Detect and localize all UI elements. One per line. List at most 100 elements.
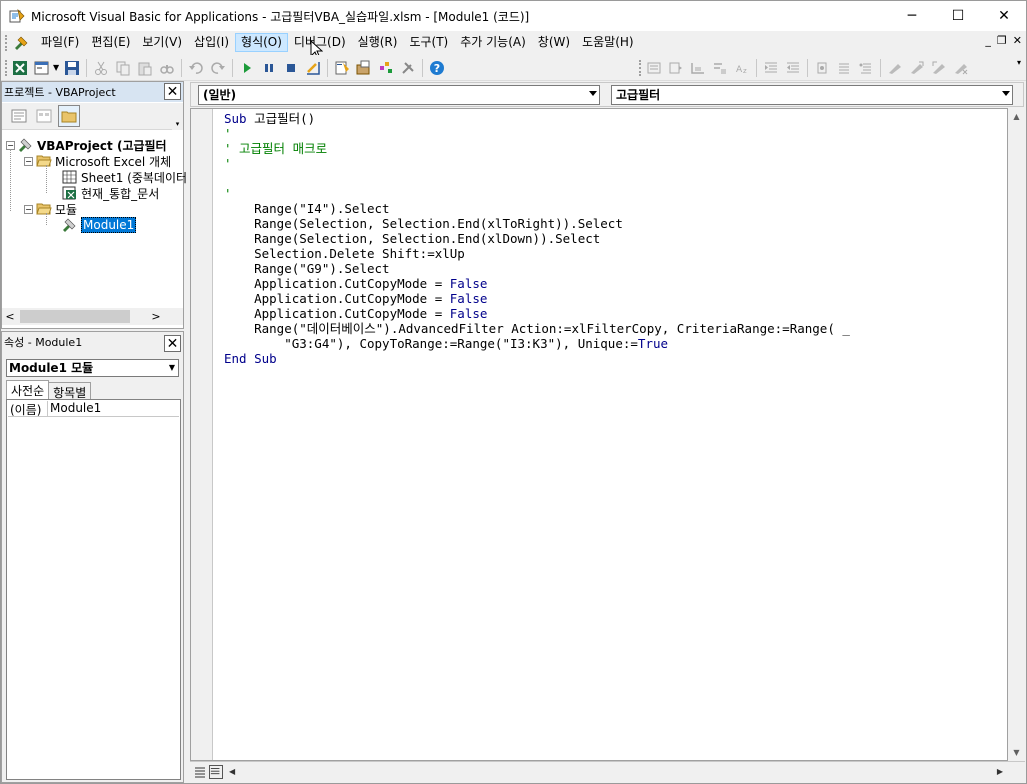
previous-bookmark-button[interactable]	[928, 57, 950, 79]
menu-tools[interactable]: 도구(T)	[403, 33, 454, 52]
quick-info-button[interactable]	[687, 57, 709, 79]
pane-toolbar-overflow-icon[interactable]: ▾	[172, 103, 183, 130]
view-code-button[interactable]	[8, 105, 30, 127]
code-line[interactable]: Range(Selection, Selection.End(xlDown)).…	[224, 231, 850, 246]
menu-run[interactable]: 실행(R)	[352, 33, 404, 52]
code-line[interactable]: "G3:G4"), CopyToRange:=Range("I3:K3"), U…	[224, 336, 850, 351]
full-module-view-button[interactable]	[209, 764, 223, 779]
code-line[interactable]: Sub 고급필터()	[224, 111, 850, 126]
close-button[interactable]: ✕	[981, 1, 1027, 31]
code-line[interactable]	[224, 171, 850, 186]
code-line[interactable]: '	[224, 186, 850, 201]
code-line[interactable]: Application.CutCopyMode = False	[224, 291, 850, 306]
object-combo[interactable]: (일반)	[198, 85, 600, 105]
properties-close-button[interactable]: ✕	[164, 335, 181, 352]
help-button[interactable]: ?	[426, 57, 448, 79]
code-line[interactable]: Application.CutCopyMode = False	[224, 306, 850, 321]
scroll-right-icon[interactable]: >	[148, 310, 164, 323]
tree-node-thisworkbook[interactable]: 현재_통합_문서	[62, 185, 159, 201]
code-vertical-scrollbar[interactable]: ▲ ▼	[1008, 108, 1025, 761]
chevron-down-icon[interactable]: ▼	[169, 360, 175, 376]
toolbar-overflow-icon[interactable]: ▾	[1014, 58, 1024, 78]
code-line[interactable]: Range("G9").Select	[224, 261, 850, 276]
tree-node-vbaproject[interactable]: − VBAProject (고급필터	[6, 137, 167, 153]
tree-node-module1[interactable]: Module1	[62, 217, 137, 233]
mdi-restore-button[interactable]: ❐	[997, 34, 1007, 47]
redo-button[interactable]	[207, 57, 229, 79]
menu-view[interactable]: 보기(V)	[136, 33, 188, 52]
indent-button[interactable]	[760, 57, 782, 79]
next-bookmark-button[interactable]	[906, 57, 928, 79]
break-button[interactable]	[258, 57, 280, 79]
reset-button[interactable]	[280, 57, 302, 79]
scroll-thumb[interactable]	[20, 310, 130, 323]
chevron-down-icon[interactable]	[589, 91, 597, 96]
chevron-down-icon[interactable]	[1002, 91, 1010, 96]
tree-node-modules[interactable]: − 모듈	[24, 201, 77, 217]
menu-window[interactable]: 창(W)	[532, 33, 576, 52]
mdi-minimize-button[interactable]: _	[985, 34, 991, 47]
outdent-button[interactable]	[782, 57, 804, 79]
minimize-button[interactable]: ─	[889, 1, 935, 31]
object-browser-button[interactable]	[375, 57, 397, 79]
run-button[interactable]	[236, 57, 258, 79]
scroll-left-icon[interactable]: <	[2, 310, 18, 323]
list-constants-button[interactable]	[665, 57, 687, 79]
copy-button[interactable]	[112, 57, 134, 79]
menu-help[interactable]: 도움말(H)	[576, 33, 640, 52]
property-row[interactable]: (이름) Module1	[8, 401, 179, 417]
procedure-combo[interactable]: 고급필터	[611, 85, 1013, 105]
property-value[interactable]: Module1	[48, 401, 101, 416]
comment-block-button[interactable]	[833, 57, 855, 79]
margin-indicator-bar[interactable]	[191, 109, 213, 760]
properties-object-combo[interactable]: Module1 모듈 ▼	[6, 359, 179, 377]
undo-button[interactable]	[185, 57, 207, 79]
view-object-button[interactable]	[33, 105, 55, 127]
dropdown-arrow-icon[interactable]: ▼	[53, 63, 59, 72]
toggle-bookmark-button[interactable]	[884, 57, 906, 79]
menu-format[interactable]: 형식(O)	[235, 33, 288, 52]
paste-button[interactable]	[134, 57, 156, 79]
collapse-icon[interactable]: −	[24, 204, 33, 214]
scroll-right-icon[interactable]: ▶	[997, 767, 1003, 776]
project-explorer-button[interactable]	[331, 57, 353, 79]
code-line[interactable]: '	[224, 156, 850, 171]
scroll-left-icon[interactable]: ◀	[229, 767, 235, 776]
find-button[interactable]	[156, 57, 178, 79]
maximize-button[interactable]: ☐	[935, 1, 981, 31]
design-mode-button[interactable]	[302, 57, 324, 79]
complete-word-button[interactable]: Az	[731, 57, 753, 79]
code-text[interactable]: Sub 고급필터() ' ' 고급필터 매크로 ' ' Range("I4").Sele…	[224, 111, 850, 366]
toggle-breakpoint-button[interactable]	[811, 57, 833, 79]
insert-userform-button[interactable]	[31, 57, 53, 79]
toolbox-button[interactable]	[397, 57, 419, 79]
cut-button[interactable]	[90, 57, 112, 79]
scroll-up-icon[interactable]: ▲	[1008, 108, 1025, 125]
code-line[interactable]: Range(Selection, Selection.End(xlToRight…	[224, 216, 850, 231]
code-line[interactable]: End Sub	[224, 351, 850, 366]
menu-addins[interactable]: 추가 기능(A)	[454, 33, 532, 52]
scroll-down-icon[interactable]: ▼	[1008, 744, 1025, 761]
code-line[interactable]: Selection.Delete Shift:=xlUp	[224, 246, 850, 261]
parameter-info-button[interactable]	[709, 57, 731, 79]
code-editor[interactable]: Sub 고급필터() ' ' 고급필터 매크로 ' ' Range("I4").Sele…	[190, 108, 1008, 761]
code-line[interactable]: Application.CutCopyMode = False	[224, 276, 850, 291]
procedure-view-button[interactable]	[193, 765, 207, 779]
mdi-close-button[interactable]: ✕	[1013, 34, 1022, 47]
list-properties-button[interactable]	[643, 57, 665, 79]
vba-menu-icon[interactable]	[13, 35, 29, 51]
menu-grip[interactable]	[5, 34, 9, 51]
view-excel-button[interactable]	[9, 57, 31, 79]
code-line[interactable]: '	[224, 126, 850, 141]
code-line[interactable]: Range("I4").Select	[224, 201, 850, 216]
menu-insert[interactable]: 삽입(I)	[188, 33, 235, 52]
code-line[interactable]: ' 고급필터 매크로	[224, 141, 850, 156]
project-explorer-close-button[interactable]: ✕	[164, 83, 181, 100]
save-button[interactable]	[61, 57, 83, 79]
properties-button[interactable]	[353, 57, 375, 79]
tree-node-sheet1[interactable]: Sheet1 (중복데이터	[62, 169, 187, 185]
clear-bookmarks-button[interactable]	[950, 57, 972, 79]
menu-file[interactable]: 파일(F)	[35, 33, 85, 52]
collapse-icon[interactable]: −	[24, 156, 33, 166]
toggle-folders-button[interactable]	[58, 105, 80, 127]
